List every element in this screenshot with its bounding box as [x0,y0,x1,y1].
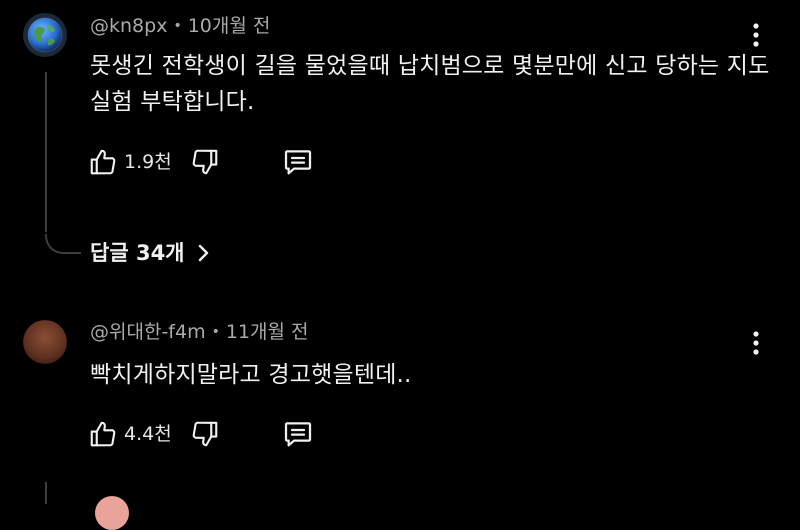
like-button[interactable]: 4.4천 [88,416,172,452]
thumbs-up-icon [90,421,116,447]
comment-actions: 1.9천 [88,144,314,180]
meta-separator: • [211,324,220,340]
thread-connector [45,234,81,254]
vertical-dots-icon [753,331,759,355]
comment-timestamp[interactable]: 11개월 전 [226,321,309,343]
comment-actions: 4.4천 [88,416,314,452]
like-count: 4.4천 [124,423,172,445]
comment-author-handle[interactable]: @kn8px [90,15,167,37]
view-replies-button[interactable]: 답글 34개 [90,237,209,269]
brown-circle-avatar [23,320,67,364]
dislike-button[interactable] [190,147,220,177]
comment-text: 빡치게하지말라고 경고햇을텐데.. [90,362,412,388]
like-button[interactable]: 1.9천 [88,144,172,180]
thumbs-up-icon [90,149,116,175]
comment-text: 못생긴 전학생이 길을 물었을때 납치범으로 몇분만에 신고 당하는 지도 실험… [90,53,770,115]
dislike-button[interactable] [190,419,220,449]
comment-bubble-icon [284,422,311,447]
comment-item: @위대한-f4m • 11개월 전 빡치게하지말라고 경고햇을텐데.. 4.4천 [0,300,800,530]
comment-timestamp[interactable]: 10개월 전 [188,15,271,37]
reply-button[interactable] [282,146,314,178]
thread-line [45,72,47,232]
comment-bubble-icon [284,150,311,175]
like-count: 1.9천 [124,151,172,173]
vertical-dots-icon [753,23,759,47]
more-options-button[interactable] [742,326,770,360]
avatar[interactable] [23,13,67,57]
next-avatar-partial [95,496,129,530]
comment-author-handle[interactable]: @위대한-f4m [90,321,206,343]
thumbs-down-icon [192,421,218,447]
thread-line [45,482,47,504]
chevron-right-icon [198,244,208,262]
meta-separator: • [173,18,182,34]
replies-count-label: 답글 34개 [90,241,185,265]
more-options-button[interactable] [742,18,770,52]
avatar[interactable] [23,320,67,364]
comment-meta: @위대한-f4m • 11개월 전 [90,320,309,346]
comment-item: @kn8px • 10개월 전 못생긴 전학생이 길을 물었을때 납치범으로 몇분만… [0,0,800,265]
thumbs-down-icon [192,149,218,175]
earth-globe-icon [23,13,67,57]
reply-button[interactable] [282,418,314,450]
comment-meta: @kn8px • 10개월 전 [90,14,270,40]
